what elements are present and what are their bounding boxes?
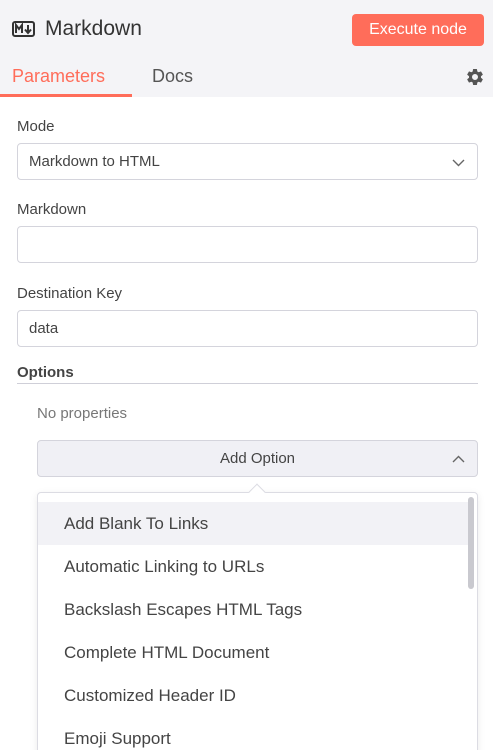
tab-docs[interactable]: Docs bbox=[152, 64, 193, 88]
tab-parameters[interactable]: Parameters bbox=[12, 64, 105, 88]
node-header: Markdown Execute node Parameters Docs bbox=[0, 0, 493, 97]
dropdown-item-emoji-support[interactable]: Emoji Support bbox=[38, 717, 468, 750]
dropdown-item-automatic-linking[interactable]: Automatic Linking to URLs bbox=[38, 545, 468, 588]
mode-select[interactable]: Markdown to HTML bbox=[17, 143, 478, 180]
mode-label: Mode bbox=[17, 118, 55, 135]
add-option-select[interactable]: Add Option bbox=[37, 440, 478, 477]
add-option-label: Add Option bbox=[219, 450, 296, 467]
active-tab-indicator bbox=[0, 94, 132, 97]
dropdown-item-customized-header-id[interactable]: Customized Header ID bbox=[38, 674, 468, 717]
dropdown-scrollbar[interactable] bbox=[468, 497, 474, 589]
execute-node-button[interactable]: Execute node bbox=[352, 14, 484, 46]
destination-key-label: Destination Key bbox=[17, 285, 123, 302]
dropdown-item-complete-html-document[interactable]: Complete HTML Document bbox=[38, 631, 468, 674]
markdown-label: Markdown bbox=[17, 201, 87, 218]
options-heading: Options bbox=[17, 364, 74, 381]
markdown-input[interactable] bbox=[17, 226, 478, 263]
dropdown-item-add-blank-to-links[interactable]: Add Blank To Links bbox=[38, 502, 468, 545]
node-title: Markdown bbox=[45, 17, 142, 40]
options-divider bbox=[17, 383, 478, 384]
chevron-down-icon bbox=[452, 159, 465, 167]
dropdown-item-backslash-escapes[interactable]: Backslash Escapes HTML Tags bbox=[38, 588, 468, 631]
mode-select-value: Markdown to HTML bbox=[29, 153, 160, 170]
options-dropdown: Add Blank To Links Automatic Linking to … bbox=[37, 492, 478, 750]
destination-key-input[interactable]: data bbox=[17, 310, 478, 347]
markdown-icon bbox=[12, 21, 35, 37]
gear-icon[interactable] bbox=[465, 67, 485, 87]
no-properties-text: No properties bbox=[37, 405, 128, 422]
node-parameters-panel: Markdown Execute node Parameters Docs Mo… bbox=[0, 0, 493, 750]
chevron-up-icon bbox=[452, 455, 465, 463]
